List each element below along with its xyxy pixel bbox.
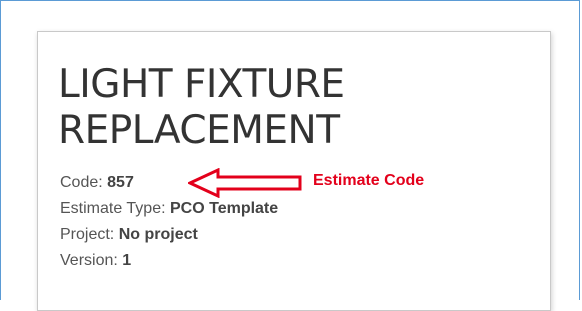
estimate-title: LIGHT FIXTURE REPLACEMENT (58, 62, 345, 154)
annotation-label: Estimate Code (313, 172, 425, 189)
version-value: 1 (122, 252, 132, 269)
estimate-title-line-1: LIGHT FIXTURE (58, 62, 345, 107)
estimate-card: LIGHT FIXTURE REPLACEMENT Code: 857 Esti… (37, 31, 551, 311)
estimate-type-row: Estimate Type: PCO Template (60, 196, 278, 222)
version-row: Version: 1 (60, 248, 278, 274)
project-row: Project: No project (60, 222, 278, 248)
estimate-type-label: Estimate Type: (60, 200, 166, 217)
screenshot-frame: LIGHT FIXTURE REPLACEMENT Code: 857 Esti… (0, 0, 580, 311)
project-value: No project (118, 226, 198, 243)
version-label: Version: (60, 252, 118, 269)
estimate-title-line-2: REPLACEMENT (58, 108, 340, 153)
left-arrow-icon (188, 168, 302, 198)
code-value: 857 (107, 174, 134, 191)
estimate-type-value: PCO Template (169, 200, 279, 217)
code-label: Code: (60, 174, 103, 191)
project-label: Project: (60, 226, 115, 243)
